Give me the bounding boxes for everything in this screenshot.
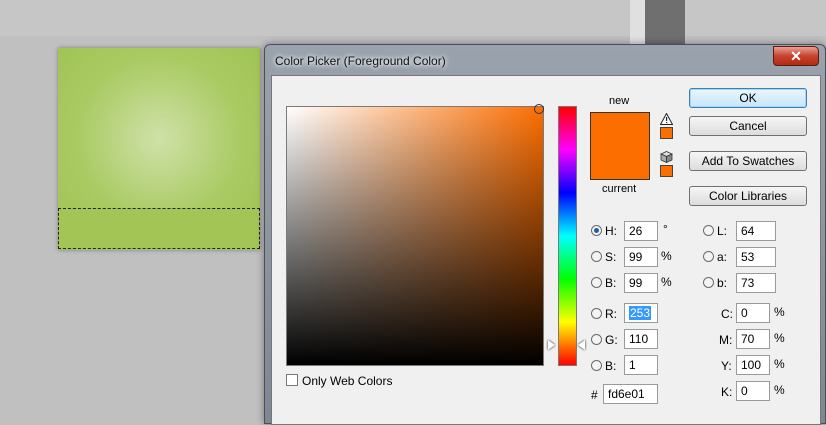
c-unit: %	[774, 305, 785, 319]
s-radio[interactable]	[591, 251, 602, 262]
h-field[interactable]: 26	[624, 221, 658, 241]
only-web-colors-checkbox[interactable]	[286, 374, 298, 386]
add-to-swatches-button[interactable]: Add To Swatches	[689, 151, 807, 171]
a-label: a:	[717, 250, 728, 264]
r-radio[interactable]	[591, 308, 602, 319]
h-radio[interactable]	[591, 225, 602, 236]
b-rgb-radio[interactable]	[591, 360, 602, 371]
b-rgb-label: B:	[605, 359, 617, 373]
s-field[interactable]: 99	[624, 247, 658, 267]
m-label: M:	[719, 333, 733, 347]
k-field[interactable]: 0	[736, 381, 770, 401]
l-radio[interactable]	[703, 225, 714, 236]
hex-field[interactable]: fd6e01	[603, 384, 658, 404]
h-unit: °	[663, 222, 668, 236]
hex-label: #	[591, 388, 598, 402]
b-hsb-label: B:	[605, 276, 617, 290]
only-web-colors-label: Only Web Colors	[302, 374, 393, 388]
b-lab-field[interactable]: 73	[736, 273, 776, 293]
color-libraries-button[interactable]: Color Libraries	[689, 186, 807, 206]
close-icon: ✕	[790, 48, 802, 64]
k-unit: %	[774, 383, 785, 397]
ok-button[interactable]: OK	[689, 88, 807, 108]
web-safe-color-swatch[interactable]	[660, 165, 673, 177]
warning-triangle-icon[interactable]	[660, 113, 673, 125]
cancel-button[interactable]: Cancel	[689, 116, 807, 136]
current-color-swatch[interactable]	[590, 146, 650, 180]
k-label: K:	[721, 385, 733, 399]
r-label: R:	[605, 307, 617, 321]
marquee-selection[interactable]	[58, 208, 260, 249]
current-label: current	[602, 183, 637, 195]
gamut-color-swatch[interactable]	[660, 127, 673, 139]
c-field[interactable]: 0	[736, 303, 770, 323]
r-field-selected-text: 253	[629, 306, 652, 320]
c-label: C:	[721, 307, 733, 321]
m-unit: %	[774, 331, 785, 345]
b-hsb-field[interactable]: 99	[624, 273, 658, 293]
dialog-body: new current OK Cancel Add To Swatches Co…	[271, 75, 821, 425]
hue-slider-left-arrow-icon[interactable]	[548, 340, 555, 350]
l-field[interactable]: 64	[736, 221, 776, 241]
a-radio[interactable]	[703, 251, 714, 262]
hue-slider[interactable]	[558, 106, 577, 366]
s-label: S:	[605, 250, 617, 264]
h-label: H:	[605, 224, 617, 238]
color-field-marker[interactable]	[534, 104, 544, 114]
dialog-title: Color Picker (Foreground Color)	[275, 54, 446, 68]
g-radio[interactable]	[591, 334, 602, 345]
b-hsb-unit: %	[661, 275, 672, 289]
g-label: G:	[605, 333, 618, 347]
b-rgb-field[interactable]: 1	[624, 355, 658, 375]
b-hsb-radio[interactable]	[591, 277, 602, 288]
y-unit: %	[774, 357, 785, 371]
m-field[interactable]: 70	[736, 329, 770, 349]
new-label: new	[609, 95, 630, 107]
y-field[interactable]: 100	[736, 355, 770, 375]
r-field[interactable]: 253	[624, 303, 658, 323]
l-label: L:	[717, 224, 728, 238]
y-label: Y:	[721, 359, 732, 373]
cube-icon[interactable]	[660, 151, 673, 163]
panel-dark-column	[645, 0, 685, 48]
panel-edge	[630, 0, 645, 48]
hue-slider-right-arrow-icon[interactable]	[578, 340, 585, 350]
color-picker-dialog: Color Picker (Foreground Color) ✕ new cu…	[264, 44, 826, 425]
new-color-swatch	[590, 112, 650, 146]
s-unit: %	[661, 249, 672, 263]
a-field[interactable]: 53	[736, 247, 776, 267]
canvas-background-strip	[0, 0, 826, 36]
b-lab-radio[interactable]	[703, 277, 714, 288]
b-lab-label: b:	[717, 276, 728, 290]
close-button[interactable]: ✕	[773, 46, 819, 66]
g-field[interactable]: 110	[624, 329, 658, 349]
color-field[interactable]	[286, 106, 544, 366]
dialog-titlebar[interactable]: Color Picker (Foreground Color) ✕	[265, 45, 825, 75]
